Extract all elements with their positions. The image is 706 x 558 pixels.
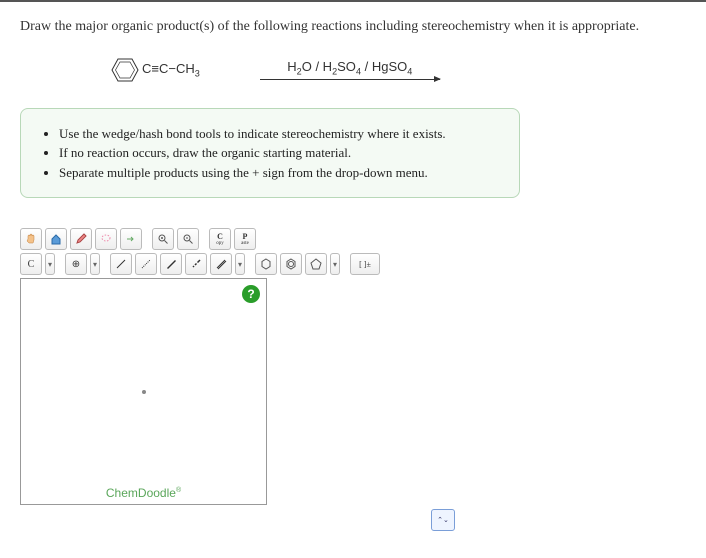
chem-editor: Copy Paste C ▾ ⊕ ▾ ▾ ▾ [ ]± ? ChemDoodle… [20,228,420,531]
home-tool-icon[interactable] [45,228,67,250]
bond-dropdown-icon[interactable]: ▾ [235,253,245,275]
chemdoodle-brand: ChemDoodle® [21,486,266,500]
reagent-arrow: H2O / H2SO4 / HgSO4 [260,59,440,80]
reactant-formula: C≡C−CH3 [142,61,200,79]
benzene-icon[interactable] [280,253,302,275]
reagent-text: H2O / H2SO4 / HgSO4 [287,59,412,77]
recessed-bond-icon[interactable] [135,253,157,275]
ring-dropdown-icon[interactable]: ▾ [330,253,340,275]
help-icon[interactable]: ? [242,285,260,303]
instruction-item: Use the wedge/hash bond tools to indicat… [59,125,499,143]
element-dropdown-icon[interactable]: ▾ [45,253,55,275]
instruction-item: If no reaction occurs, draw the organic … [59,144,499,162]
canvas-center-dot [142,390,146,394]
arrow-tool-icon[interactable] [120,228,142,250]
charge-button[interactable]: ⊕ [65,253,87,275]
reaction-scheme: C≡C−CH3 H2O / H2SO4 / HgSO4 [110,57,686,83]
wedge-bond-icon[interactable] [160,253,182,275]
drawing-canvas[interactable]: ? ChemDoodle® [20,278,267,505]
reaction-arrow-icon [260,79,440,80]
instruction-item: Separate multiple products using the + s… [59,164,499,182]
cyclohexane-icon[interactable] [255,253,277,275]
element-button[interactable]: C [20,253,42,275]
charge-dropdown-icon[interactable]: ▾ [90,253,100,275]
bottom-row: ⌃⌄ [20,509,460,531]
bracket-button[interactable]: [ ]± [350,253,380,275]
hash-bond-icon[interactable] [185,253,207,275]
benzene-ring-icon [110,57,140,83]
zoom-in-icon[interactable] [152,228,174,250]
pencil-tool-icon[interactable] [70,228,92,250]
reactant: C≡C−CH3 [110,57,200,83]
toolbar-row-2: C ▾ ⊕ ▾ ▾ ▾ [ ]± [20,253,420,275]
copy-button[interactable]: Copy [209,228,231,250]
zoom-out-icon[interactable] [177,228,199,250]
single-bond-icon[interactable] [110,253,132,275]
instructions-box: Use the wedge/hash bond tools to indicat… [20,108,520,199]
cyclopentane-icon[interactable] [305,253,327,275]
paste-button[interactable]: Paste [234,228,256,250]
double-bond-icon[interactable] [210,253,232,275]
hand-tool-icon[interactable] [20,228,42,250]
stepper-control[interactable]: ⌃⌄ [431,509,455,531]
lasso-tool-icon[interactable] [95,228,117,250]
question-text: Draw the major organic product(s) of the… [20,17,686,37]
toolbar-row-1: Copy Paste [20,228,420,250]
